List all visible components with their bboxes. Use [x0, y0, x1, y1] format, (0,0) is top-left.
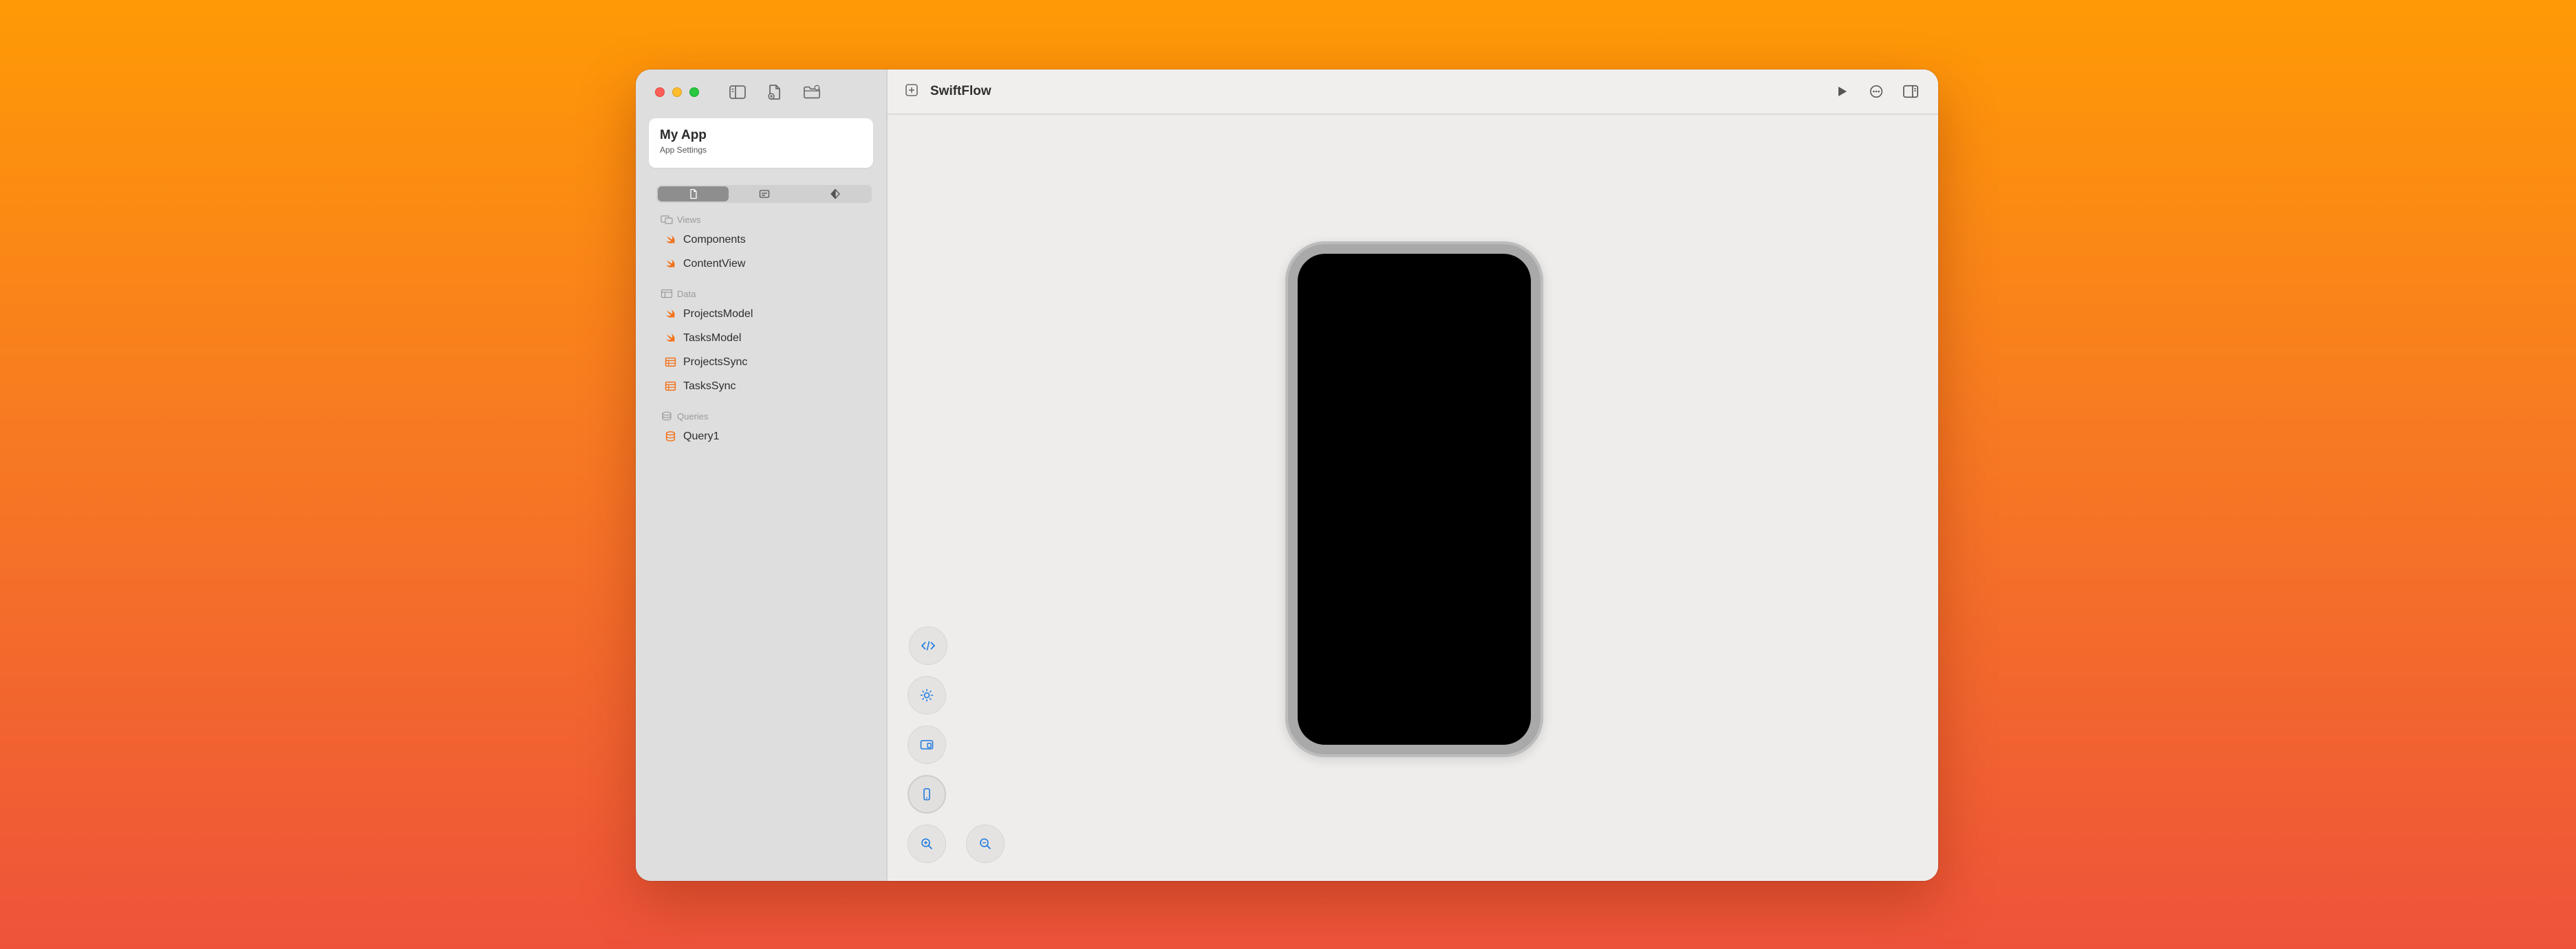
- section-header-queries: Queries: [661, 408, 874, 424]
- database-icon: [662, 411, 672, 421]
- new-file-icon: [768, 85, 780, 100]
- sidebar-item-projectssync[interactable]: ProjectsSync: [661, 350, 874, 374]
- sidebar-item-label: ContentView: [683, 257, 746, 270]
- document-icon: [689, 188, 697, 199]
- sidebar-item-label: ProjectsSync: [683, 356, 748, 368]
- diamond-icon: [830, 188, 840, 199]
- section-header-data: Data: [661, 285, 874, 302]
- zoom-out-icon: [980, 838, 991, 849]
- close-window-button[interactable]: [655, 87, 665, 97]
- table-icon: [665, 357, 676, 367]
- sidebar-item-label: TasksSync: [683, 380, 736, 392]
- traffic-lights: [655, 87, 699, 97]
- add-button[interactable]: [901, 83, 919, 101]
- run-button[interactable]: [1832, 82, 1852, 101]
- main-toolbar: SwiftFlow: [888, 69, 1938, 115]
- inspector-toggle-button[interactable]: [1901, 82, 1920, 101]
- sidebar-titlebar: [636, 69, 886, 115]
- sidebar: My App App Settings Views Components Con…: [636, 69, 888, 881]
- device-portrait-button[interactable]: [908, 775, 946, 814]
- minimize-window-button[interactable]: [672, 87, 682, 97]
- component-card-icon: [759, 190, 769, 198]
- section-header-views: Views: [661, 211, 874, 228]
- table-icon: [665, 381, 676, 391]
- ellipsis-circle-icon: [1869, 85, 1883, 98]
- appearance-button[interactable]: [908, 676, 946, 715]
- window-title: SwiftFlow: [930, 84, 991, 98]
- sidebar-navigator: Views Components ContentView Data Projec…: [661, 211, 874, 448]
- app-subtitle: App Settings: [660, 145, 707, 155]
- swift-icon: [666, 309, 675, 318]
- sidebar-item-label: ProjectsModel: [683, 307, 753, 320]
- device-preview: [1285, 241, 1543, 757]
- inspector-toggle-icon: [1903, 85, 1918, 98]
- zoom-out-button[interactable]: [966, 825, 1005, 863]
- new-folder-button[interactable]: [801, 83, 823, 102]
- sidebar-item-contentview[interactable]: ContentView: [661, 252, 874, 276]
- sidebar-item-projectsmodel[interactable]: ProjectsModel: [661, 302, 874, 326]
- code-button[interactable]: [909, 626, 947, 665]
- sidebar-item-tasksmodel[interactable]: TasksModel: [661, 326, 874, 350]
- sidebar-item-query1[interactable]: Query1: [661, 424, 874, 448]
- swift-icon: [666, 235, 675, 244]
- swift-icon: [666, 334, 675, 342]
- sidebar-item-label: TasksModel: [683, 331, 742, 344]
- new-folder-icon: [804, 85, 820, 99]
- sidebar-item-taskssync[interactable]: TasksSync: [661, 374, 874, 398]
- swift-icon: [666, 259, 675, 268]
- sidebar-item-label: Query1: [683, 430, 720, 442]
- device-landscape-icon: [920, 740, 934, 750]
- section-label: Queries: [677, 411, 709, 422]
- main-canvas-area: SwiftFlow: [888, 69, 1938, 881]
- section-label: Views: [677, 214, 701, 225]
- table-icon: [661, 289, 673, 298]
- device-portrait-icon: [923, 788, 930, 800]
- zoom-in-icon: [921, 838, 932, 849]
- section-label: Data: [677, 288, 696, 299]
- sidebar-segmented-control: [656, 185, 872, 203]
- database-icon: [665, 431, 676, 441]
- zoom-in-button[interactable]: [908, 825, 946, 863]
- device-screen[interactable]: [1298, 254, 1531, 745]
- views-icon: [661, 215, 673, 224]
- zoom-window-button[interactable]: [689, 87, 699, 97]
- plus-square-icon: [905, 83, 918, 96]
- sidebar-toggle-icon: [729, 85, 746, 99]
- app-window: My App App Settings Views Components Con…: [636, 69, 1938, 881]
- tab-files[interactable]: [658, 186, 729, 201]
- sun-icon: [920, 688, 934, 702]
- play-icon: [1838, 87, 1847, 96]
- app-title: My App: [660, 128, 707, 142]
- device-orientation-button[interactable]: [908, 726, 946, 764]
- sidebar-item-label: Components: [683, 233, 746, 246]
- tab-components[interactable]: [729, 186, 799, 201]
- app-settings-card[interactable]: My App App Settings: [649, 118, 873, 168]
- more-button[interactable]: [1867, 82, 1886, 101]
- code-icon: [921, 641, 936, 651]
- new-file-button[interactable]: [764, 83, 786, 102]
- sidebar-toggle-button[interactable]: [727, 83, 749, 102]
- tab-assets[interactable]: [799, 186, 870, 201]
- sidebar-item-components[interactable]: Components: [661, 228, 874, 252]
